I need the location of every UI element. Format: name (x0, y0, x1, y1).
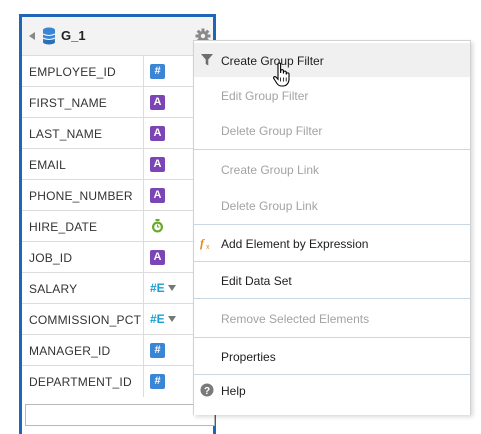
chevron-down-icon[interactable] (167, 285, 176, 291)
element-name: HIRE_DATE (29, 220, 98, 234)
svg-text:x: x (206, 244, 210, 250)
menu-item-label: Edit Data Set (221, 274, 292, 288)
menu-item-label: Delete Group Link (221, 199, 318, 213)
menu-item-create-group-filter[interactable]: Create Group Filter (194, 43, 470, 77)
element-name: JOB_ID (29, 251, 73, 265)
filter-icon (201, 54, 213, 66)
element-name: LAST_NAME (29, 127, 103, 141)
text-type-icon: A (150, 249, 165, 265)
aggregate-number-icon: #E (150, 281, 165, 295)
element-row[interactable]: JOB_ID A (22, 241, 213, 273)
column-divider (143, 118, 144, 149)
element-name: COMMISSION_PCT (29, 313, 142, 327)
element-row[interactable]: COMMISSION_PCT #E (22, 303, 213, 335)
group-footer-box (25, 404, 215, 426)
database-icon (42, 27, 56, 45)
column-divider (143, 366, 144, 397)
menu-item-remove-selected-elements[interactable]: Remove Selected Elements (194, 301, 470, 335)
element-name: MANAGER_ID (29, 344, 111, 358)
aggregate-number-icon: #E (150, 312, 165, 326)
menu-item-add-element-by-expression[interactable]: f x Add Element by Expression (194, 226, 470, 260)
element-row[interactable]: EMAIL A (22, 148, 213, 180)
menu-divider (194, 337, 470, 338)
menu-divider (194, 224, 470, 225)
context-menu: Create Group Filter Edit Group Filter De… (193, 40, 471, 415)
element-row[interactable]: DEPARTMENT_ID # (22, 365, 213, 397)
function-icon: f x (200, 236, 210, 250)
element-row[interactable]: SALARY #E (22, 272, 213, 304)
column-divider (143, 242, 144, 273)
text-type-icon: A (150, 187, 165, 203)
svg-text:f: f (200, 236, 205, 250)
hand-pointer-icon (273, 62, 290, 87)
element-name: SALARY (29, 282, 78, 296)
group-header[interactable]: G_1 (22, 17, 213, 55)
data-group-panel[interactable]: G_1 EMPLOYEE_ID # FIRST_NAME A LAST_NAME (19, 14, 216, 434)
text-type-icon: A (150, 156, 165, 172)
column-divider (143, 180, 144, 211)
column-divider (143, 304, 144, 335)
aggregate-dropdown[interactable]: #E (150, 280, 176, 296)
element-row[interactable]: FIRST_NAME A (22, 86, 213, 118)
help-icon: ? (200, 383, 214, 397)
text-type-icon: A (150, 94, 165, 110)
number-type-icon: # (150, 63, 165, 79)
element-list: EMPLOYEE_ID # FIRST_NAME A LAST_NAME A E… (22, 55, 213, 397)
menu-item-help[interactable]: ? Help (194, 373, 470, 407)
number-type-icon: # (150, 373, 165, 389)
element-row[interactable]: HIRE_DATE (22, 210, 213, 242)
column-divider (143, 87, 144, 118)
menu-item-properties[interactable]: Properties (194, 339, 470, 373)
collapse-triangle-icon[interactable] (29, 32, 35, 40)
menu-divider (194, 149, 470, 150)
element-row[interactable]: LAST_NAME A (22, 117, 213, 149)
column-divider (143, 149, 144, 180)
text-type-icon: A (150, 125, 165, 141)
svg-text:?: ? (204, 386, 210, 397)
number-type-icon: # (150, 342, 165, 358)
column-divider (143, 211, 144, 242)
element-name: EMAIL (29, 158, 67, 172)
menu-item-delete-group-filter[interactable]: Delete Group Filter (194, 113, 470, 147)
menu-item-edit-data-set[interactable]: Edit Data Set (194, 263, 470, 297)
element-row[interactable]: PHONE_NUMBER A (22, 179, 213, 211)
element-row[interactable]: MANAGER_ID # (22, 334, 213, 366)
menu-item-edit-group-filter[interactable]: Edit Group Filter (194, 78, 470, 112)
column-divider (143, 335, 144, 366)
group-title: G_1 (61, 28, 86, 43)
column-divider (143, 273, 144, 304)
menu-item-label: Help (221, 384, 246, 398)
element-row[interactable]: EMPLOYEE_ID # (22, 55, 213, 87)
menu-item-label: Add Element by Expression (221, 237, 369, 251)
menu-item-create-group-link[interactable]: Create Group Link (194, 152, 470, 186)
menu-item-label: Delete Group Filter (221, 124, 323, 138)
menu-item-delete-group-link[interactable]: Delete Group Link (194, 188, 470, 222)
element-name: FIRST_NAME (29, 96, 108, 110)
chevron-down-icon[interactable] (167, 316, 176, 322)
column-divider (143, 56, 144, 87)
menu-divider (194, 261, 470, 262)
menu-item-label: Remove Selected Elements (221, 312, 370, 326)
menu-divider (194, 298, 470, 299)
element-name: PHONE_NUMBER (29, 189, 133, 203)
menu-item-label: Edit Group Filter (221, 89, 309, 103)
aggregate-dropdown[interactable]: #E (150, 311, 176, 327)
menu-item-label: Properties (221, 350, 276, 364)
date-type-icon (150, 218, 165, 234)
element-name: DEPARTMENT_ID (29, 375, 132, 389)
element-name: EMPLOYEE_ID (29, 65, 116, 79)
menu-item-label: Create Group Link (221, 163, 320, 177)
